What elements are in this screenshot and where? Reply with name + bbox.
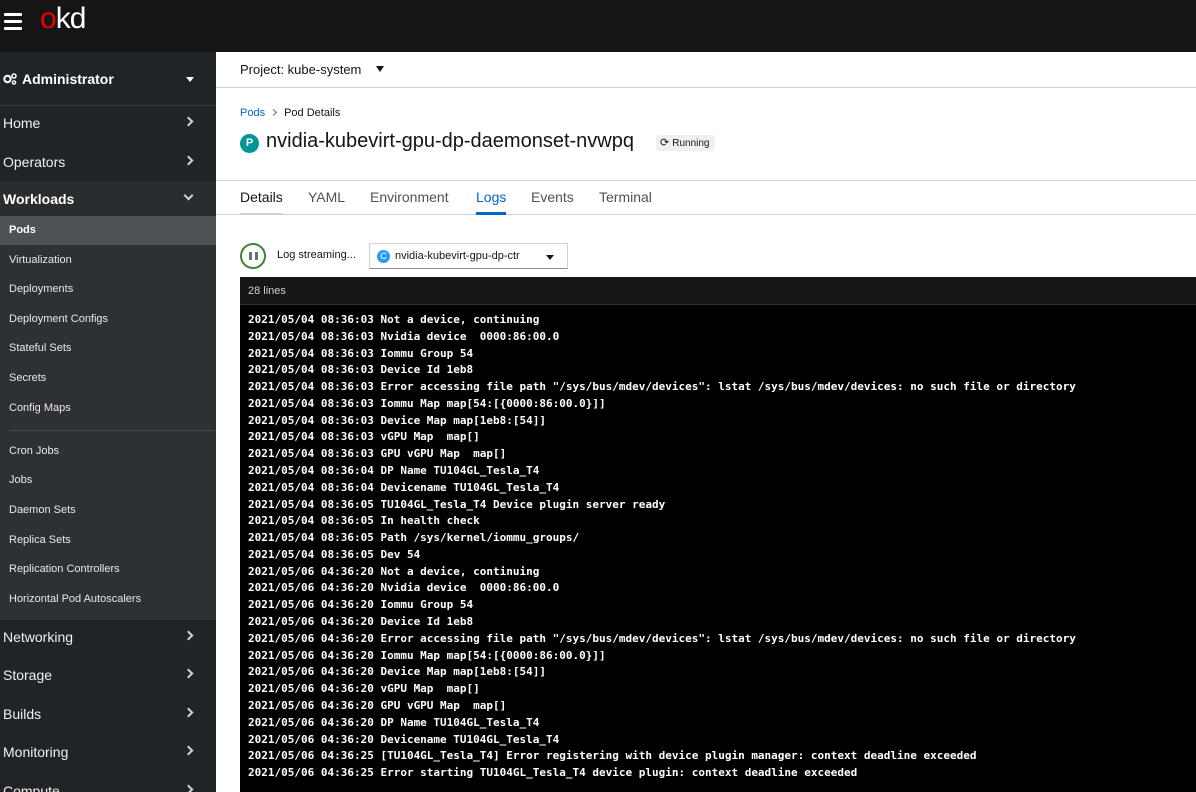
tab-bar: Details YAML Environment Logs Events Ter… — [216, 180, 1196, 215]
log-line: 2021/05/06 04:36:25 [TU104GL_Tesla_T4] E… — [248, 749, 977, 763]
breadcrumb-separator-icon — [270, 108, 278, 117]
log-line: 2021/05/04 08:36:05 In health check — [248, 514, 480, 528]
page-title: nvidia-kubevirt-gpu-dp-daemonset-nvwpq — [266, 130, 634, 152]
tab-events[interactable]: Events — [531, 189, 574, 215]
nav-divider — [9, 430, 215, 431]
main-content: Project: kube-system Pods Pod Details P n… — [216, 52, 1196, 792]
log-line: 2021/05/04 08:36:03 Nvidia device 0000:8… — [248, 329, 560, 343]
sidebar-item-deployments[interactable]: Deployments — [0, 275, 216, 304]
pod-resource-badge: P — [240, 134, 259, 153]
log-line: 2021/05/06 04:36:20 Iommu Map map[54:[{0… — [248, 648, 606, 662]
perspective-switcher[interactable]: Administrator — [0, 52, 216, 106]
sidebar-item-cron-jobs[interactable]: Cron Jobs — [0, 437, 216, 466]
log-line: 2021/05/06 04:36:25 Error starting TU104… — [248, 766, 858, 780]
sidebar-item-daemon-sets[interactable]: Daemon Sets — [0, 496, 216, 525]
breadcrumb: Pods Pod Details — [240, 107, 340, 119]
log-line: 2021/05/06 04:36:20 Error accessing file… — [248, 631, 1076, 645]
pause-streaming-button[interactable] — [240, 243, 266, 269]
sidebar-item-virtualization[interactable]: Virtualization — [0, 246, 216, 275]
log-line: 2021/05/04 08:36:03 vGPU Map map[] — [248, 430, 480, 444]
log-line: 2021/05/04 08:36:03 Not a device, contin… — [248, 313, 540, 326]
log-line: 2021/05/04 08:36:03 Iommu Map map[54:[{0… — [248, 396, 606, 410]
sidebar-item-pods[interactable]: Pods — [0, 216, 216, 245]
log-line: 2021/05/04 08:36:04 Devicename TU104GL_T… — [248, 480, 560, 494]
nav-section-workloads[interactable]: Workloads — [0, 181, 216, 216]
log-line: 2021/05/04 08:36:03 Device Map map[1eb8:… — [248, 413, 547, 427]
log-line: 2021/05/06 04:36:20 DP Name TU104GL_Tesl… — [248, 715, 540, 729]
sidebar-item-replication-controllers[interactable]: Replication Controllers — [0, 555, 216, 584]
log-line: 2021/05/04 08:36:03 Device Id 1eb8 — [248, 363, 474, 377]
log-line: 2021/05/06 04:36:20 Devicename TU104GL_T… — [248, 732, 560, 746]
nav-section-storage[interactable]: Storage — [0, 656, 216, 694]
tab-yaml[interactable]: YAML — [308, 189, 345, 215]
log-line: 2021/05/06 04:36:20 Nvidia device 0000:8… — [248, 581, 560, 595]
log-line: 2021/05/04 08:36:05 Path /sys/kernel/iom… — [248, 531, 580, 545]
sidebar-item-secrets[interactable]: Secrets — [0, 364, 216, 393]
perspective-label: Administrator — [22, 71, 114, 87]
tab-logs[interactable]: Logs — [476, 189, 507, 215]
chevron-right-icon — [183, 745, 194, 756]
masthead: okd — [0, 0, 1196, 52]
log-line: 2021/05/04 08:36:05 TU104GL_Tesla_T4 Dev… — [248, 497, 666, 511]
tab-details[interactable]: Details — [240, 189, 283, 215]
log-line: 2021/05/04 08:36:03 Iommu Group 54 — [248, 346, 474, 360]
sidebar-item-jobs[interactable]: Jobs — [0, 466, 216, 495]
log-line: 2021/05/06 04:36:20 Iommu Group 54 — [248, 598, 474, 612]
nav-section-operators[interactable]: Operators — [0, 143, 216, 181]
breadcrumb-pods-link[interactable]: Pods — [240, 107, 265, 119]
log-line: 2021/05/06 04:36:20 Device Id 1eb8 — [248, 615, 474, 629]
nav-section-builds[interactable]: Builds — [0, 695, 216, 733]
sidebar-item-deployment-configs[interactable]: Deployment Configs — [0, 305, 216, 334]
log-line: 2021/05/06 04:36:20 Not a device, contin… — [248, 564, 540, 578]
chevron-right-icon — [183, 707, 194, 718]
workloads-subnav: Pods Virtualization Deployments Deployme… — [0, 216, 216, 620]
log-line: 2021/05/04 08:36:03 GPU vGPU Map map[] — [248, 447, 507, 461]
cogs-icon — [3, 73, 17, 85]
tab-terminal[interactable]: Terminal — [599, 189, 652, 215]
chevron-right-icon — [183, 630, 194, 641]
hamburger-menu-icon[interactable] — [4, 13, 22, 31]
log-header: 28 lines — [240, 277, 1196, 305]
chevron-right-icon — [183, 784, 194, 792]
project-selector[interactable]: Project: kube-system — [240, 62, 361, 77]
log-window[interactable]: 2021/05/04 08:36:03 Not a device, contin… — [240, 305, 1196, 792]
log-line: 2021/05/04 08:36:05 Dev 54 — [248, 547, 421, 561]
status-badge: ⟳ Running — [656, 135, 716, 151]
nav-section-networking[interactable]: Networking — [0, 618, 216, 656]
nav-section-compute[interactable]: Compute — [0, 772, 216, 792]
log-line: 2021/05/06 04:36:20 vGPU Map map[] — [248, 682, 480, 696]
caret-down-icon — [186, 77, 194, 82]
caret-down-icon — [546, 255, 554, 260]
pause-icon — [249, 252, 252, 260]
tab-environment[interactable]: Environment — [370, 189, 449, 215]
okd-logo[interactable]: okd — [40, 2, 86, 36]
sidebar-item-replica-sets[interactable]: Replica Sets — [0, 526, 216, 555]
breadcrumb-current: Pod Details — [284, 107, 341, 119]
sidebar-item-config-maps[interactable]: Config Maps — [0, 394, 216, 423]
chevron-right-icon — [183, 155, 194, 166]
sidebar-nav: Administrator Home Operators Workloads P… — [0, 52, 216, 792]
log-line: 2021/05/04 08:36:04 DP Name TU104GL_Tesl… — [248, 464, 540, 478]
container-select-value: nvidia-kubevirt-gpu-dp-ctr — [395, 250, 520, 262]
log-line-count: 28 lines — [248, 285, 286, 297]
chevron-down-icon — [183, 190, 194, 201]
sidebar-item-stateful-sets[interactable]: Stateful Sets — [0, 334, 216, 363]
container-badge: C — [377, 250, 390, 263]
container-select[interactable]: C nvidia-kubevirt-gpu-dp-ctr — [369, 243, 568, 269]
log-line: 2021/05/04 08:36:03 Error accessing file… — [248, 380, 1076, 394]
log-line: 2021/05/06 04:36:20 Device Map map[1eb8:… — [248, 665, 547, 679]
nav-section-monitoring[interactable]: Monitoring — [0, 733, 216, 771]
sync-icon: ⟳ — [660, 137, 670, 149]
caret-down-icon[interactable] — [376, 66, 384, 72]
nav-section-home[interactable]: Home — [0, 104, 216, 142]
chevron-right-icon — [183, 116, 194, 127]
log-streaming-status: Log streaming... — [277, 249, 356, 261]
log-line: 2021/05/06 04:36:20 GPU vGPU Map map[] — [248, 698, 507, 712]
chevron-right-icon — [183, 668, 194, 679]
sidebar-item-horizontal-pod-autoscalers[interactable]: Horizontal Pod Autoscalers — [0, 585, 216, 614]
project-bar: Project: kube-system — [216, 52, 1196, 88]
